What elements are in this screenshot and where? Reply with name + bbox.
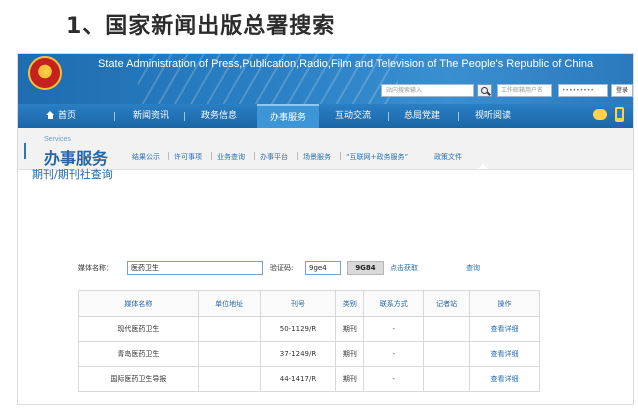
services-link-licensing[interactable]: 许可事项 [174,152,202,162]
view-details-link[interactable]: 查看详细 [469,366,540,392]
services-link-business-query[interactable]: 业务查询 [217,152,245,162]
query-page-title: 期刊/期刊社查询 [32,168,113,181]
cell-media-name: 青岛医药卫生 [78,341,199,367]
cell-contact: - [363,366,425,392]
link-divider [168,152,169,160]
captcha-refresh-link[interactable]: 点击获取 [390,263,418,273]
table-row: 国际医药卫生导报 44-1417/R 期刊 - 查看详细 [78,366,540,392]
column-header: 操作 [469,290,540,317]
services-link-platform[interactable]: 办事平台 [260,152,288,162]
captcha-label: 验证码: [270,264,294,272]
cell-media-name: 国际医药卫生导报 [78,366,199,392]
table-row: 现代医药卫生 50-1129/R 期刊 - 查看详细 [78,316,540,342]
captcha-input[interactable]: 9ge4 [305,261,341,275]
link-divider [211,152,212,160]
home-icon [45,111,55,119]
mobile-icon[interactable] [615,107,624,122]
email-username-input[interactable]: 工作邮箱用户名 [497,84,552,97]
query-button[interactable]: 查询 [466,263,480,273]
services-link-internet-plus[interactable]: “互联网+政务服务” [346,152,408,162]
media-name-input[interactable]: 医药卫生 [127,261,263,275]
table-header-row: 媒体名称 单位地址 刊号 类别 联系方式 记者站 操作 [78,290,540,317]
link-divider [254,152,255,160]
site-banner: ★ State Administration of Press,Publicat… [18,54,633,104]
column-header: 单位地址 [197,290,261,317]
services-header: Services 办事服务 结果公示 许可事项 业务查询 办事平台 场景服务 “… [18,128,633,170]
slide-page: 1、国家新闻出版总署搜索 ★ State Administration of P… [0,0,638,415]
password-input[interactable]: ••••••••• [558,84,608,97]
cell-category: 期刊 [335,366,365,392]
site-search-input[interactable]: 站内搜索输入 [381,84,474,97]
login-button[interactable]: 登录 [611,84,633,97]
link-divider [340,152,341,160]
cell-bureau [423,341,471,367]
cell-issue-number: 50-1129/R [259,316,337,342]
nav-separator [184,112,185,121]
section-accent-bar [24,143,26,159]
cell-contact: - [363,316,425,342]
cell-category: 期刊 [335,341,365,367]
national-emblem-icon: ★ [28,56,62,90]
nav-item-party-building[interactable]: 总局党建 [393,104,451,128]
column-header: 类别 [335,290,365,317]
services-link-results[interactable]: 结果公示 [132,152,160,162]
active-pointer-icon [478,164,488,169]
cell-issue-number: 44-1417/R [259,366,337,392]
column-header: 媒体名称 [78,290,199,317]
nav-item-home[interactable]: 首页 [32,104,90,128]
nav-item-services[interactable]: 办事服务 [257,104,319,128]
search-icon[interactable] [477,84,492,97]
cell-address [197,366,261,392]
nav-item-interaction[interactable]: 互动交流 [324,104,382,128]
media-name-label: 媒体名称： [78,264,113,272]
table-row: 青岛医药卫生 37-1249/R 期刊 - 查看详细 [78,341,540,367]
services-english-label: Services [44,136,71,143]
cell-bureau [423,366,471,392]
services-link-scenario[interactable]: 场景服务 [303,152,331,162]
nav-item-audiovisual[interactable]: 视听阅读 [464,104,522,128]
cell-bureau [423,316,471,342]
view-details-link[interactable]: 查看详细 [469,341,540,367]
column-header: 刊号 [259,290,337,317]
cell-contact: - [363,341,425,367]
nav-separator [388,112,389,121]
captcha-image[interactable]: 9G84 [347,261,384,275]
services-link-policy[interactable]: 政策文件 [434,152,462,162]
nav-separator [114,112,115,121]
wechat-icon[interactable] [593,109,607,120]
slide-title: 1、国家新闻出版总署搜索 [66,14,336,39]
nav-item-news[interactable]: 新闻资讯 [122,104,180,128]
main-nav: 首页 新闻资讯 政务信息 办事服务 互动交流 总局党建 视听阅读 [18,104,633,128]
nav-item-government-info[interactable]: 政务信息 [190,104,248,128]
column-header: 记者站 [423,290,471,317]
view-details-link[interactable]: 查看详细 [469,316,540,342]
cell-category: 期刊 [335,316,365,342]
cell-address [197,316,261,342]
cell-media-name: 现代医药卫生 [78,316,199,342]
nav-separator [458,112,459,121]
results-table: 媒体名称 单位地址 刊号 类别 联系方式 记者站 操作 现代医药卫生 50-11… [78,290,540,392]
site-english-title: State Administration of Press,Publicatio… [98,58,594,70]
column-header: 联系方式 [363,290,425,317]
cell-address [197,341,261,367]
link-divider [297,152,298,160]
cell-issue-number: 37-1249/R [259,341,337,367]
